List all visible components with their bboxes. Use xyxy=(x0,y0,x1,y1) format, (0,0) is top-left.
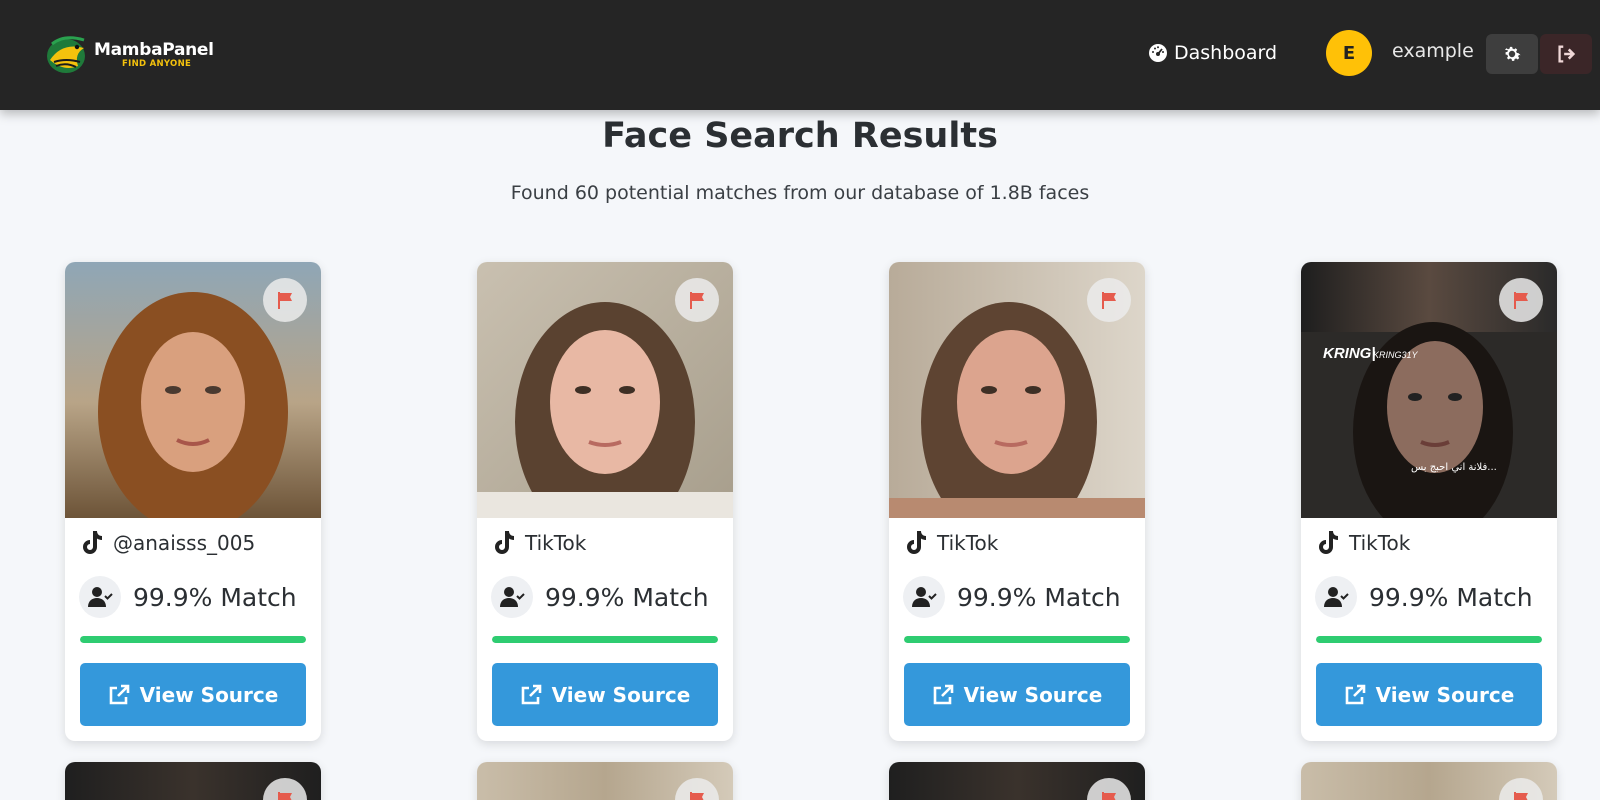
user-check-icon xyxy=(1315,576,1357,618)
user-avatar[interactable]: E xyxy=(1326,30,1372,76)
top-navbar: MambaPanel FIND ANYONE Dashboard E examp… xyxy=(0,0,1600,110)
external-link-icon xyxy=(521,684,541,704)
logout-button[interactable] xyxy=(1540,34,1592,74)
match-progress-fill xyxy=(1316,636,1542,643)
source-row: TikTok xyxy=(1315,530,1410,556)
video-caption: فلانة اني احبج بس... xyxy=(1411,462,1497,473)
report-flag-button[interactable] xyxy=(1499,278,1543,322)
report-flag-button[interactable] xyxy=(1499,778,1543,800)
match-progress-bar xyxy=(1316,636,1542,643)
tiktok-icon xyxy=(1319,531,1338,554)
view-source-button[interactable]: View Source xyxy=(492,663,718,726)
report-flag-button[interactable] xyxy=(675,278,719,322)
match-progress-bar xyxy=(904,636,1130,643)
result-card: @anaisss_005 99.9% Match View Source xyxy=(65,262,321,741)
user-check-icon xyxy=(903,576,945,618)
gear-icon xyxy=(1504,46,1521,61)
match-progress-bar xyxy=(492,636,718,643)
flag-icon xyxy=(1102,292,1116,309)
match-row: 99.9% Match xyxy=(903,576,1121,618)
report-flag-button[interactable] xyxy=(263,778,307,800)
result-card[interactable] xyxy=(889,762,1145,800)
match-score: 99.9% Match xyxy=(545,582,709,612)
view-source-button[interactable]: View Source xyxy=(80,663,306,726)
match-score: 99.9% Match xyxy=(957,582,1121,612)
tiktok-icon xyxy=(83,531,102,554)
result-card[interactable] xyxy=(65,762,321,800)
report-flag-button[interactable] xyxy=(1087,778,1131,800)
match-progress-fill xyxy=(492,636,718,643)
settings-button[interactable] xyxy=(1486,34,1538,74)
source-label: @anaisss_005 xyxy=(113,531,256,555)
source-label: TikTok xyxy=(525,531,587,555)
cobra-logo-icon xyxy=(47,36,85,73)
flag-icon xyxy=(690,792,704,800)
sign-out-icon xyxy=(1558,45,1576,63)
view-source-button[interactable]: View Source xyxy=(904,663,1130,726)
page-title: Face Search Results xyxy=(602,116,998,156)
source-row: TikTok xyxy=(903,530,998,556)
external-link-icon xyxy=(933,684,953,704)
user-check-icon xyxy=(491,576,533,618)
result-card[interactable] xyxy=(1301,762,1557,800)
flag-icon xyxy=(278,792,292,800)
source-label: TikTok xyxy=(1349,531,1411,555)
nav-dashboard-label: Dashboard xyxy=(1174,42,1278,64)
view-source-label: View Source xyxy=(139,682,279,707)
view-source-label: View Source xyxy=(551,682,691,707)
tiktok-icon xyxy=(907,531,926,554)
match-progress-fill xyxy=(904,636,1130,643)
brand-tagline: FIND ANYONE xyxy=(122,59,192,69)
source-row: @anaisss_005 xyxy=(79,530,255,556)
flag-icon xyxy=(690,292,704,309)
result-card: KRING| KRING31Y فلانة اني احبج بس... Tik… xyxy=(1301,262,1557,741)
flag-icon xyxy=(1102,792,1116,800)
report-flag-button[interactable] xyxy=(1087,278,1131,322)
source-label: TikTok xyxy=(937,531,999,555)
result-card: TikTok 99.9% Match View Source xyxy=(889,262,1145,741)
match-row: 99.9% Match xyxy=(79,576,297,618)
view-source-label: View Source xyxy=(1375,682,1515,707)
external-link-icon xyxy=(1345,684,1365,704)
tiktok-icon xyxy=(495,531,514,554)
watermark-handle: KRING31Y xyxy=(1373,350,1419,360)
nav-dashboard-link[interactable]: Dashboard xyxy=(1148,38,1277,68)
match-row: 99.9% Match xyxy=(1315,576,1533,618)
match-score: 99.9% Match xyxy=(1369,582,1533,612)
result-card: TikTok 99.9% Match View Source xyxy=(477,262,733,741)
report-flag-button[interactable] xyxy=(263,278,307,322)
user-name[interactable]: example xyxy=(1392,40,1474,62)
user-check-icon xyxy=(79,576,121,618)
dashboard-gauge-icon xyxy=(1149,44,1167,62)
match-progress-bar xyxy=(80,636,306,643)
watermark-brand: KRING| xyxy=(1323,345,1376,362)
brand-name: MambaPanel xyxy=(94,40,214,60)
results-summary: Found 60 potential matches from our data… xyxy=(510,182,1090,204)
view-source-label: View Source xyxy=(963,682,1103,707)
match-progress-fill xyxy=(80,636,306,643)
external-link-icon xyxy=(109,684,129,704)
view-source-button[interactable]: View Source xyxy=(1316,663,1542,726)
flag-icon xyxy=(1514,792,1528,800)
flag-icon xyxy=(278,292,292,309)
report-flag-button[interactable] xyxy=(675,778,719,800)
source-row: TikTok xyxy=(491,530,586,556)
match-score: 99.9% Match xyxy=(133,582,297,612)
brand-logo[interactable]: MambaPanel FIND ANYONE xyxy=(44,32,214,76)
flag-icon xyxy=(1514,292,1528,309)
match-row: 99.9% Match xyxy=(491,576,709,618)
result-card[interactable] xyxy=(477,762,733,800)
